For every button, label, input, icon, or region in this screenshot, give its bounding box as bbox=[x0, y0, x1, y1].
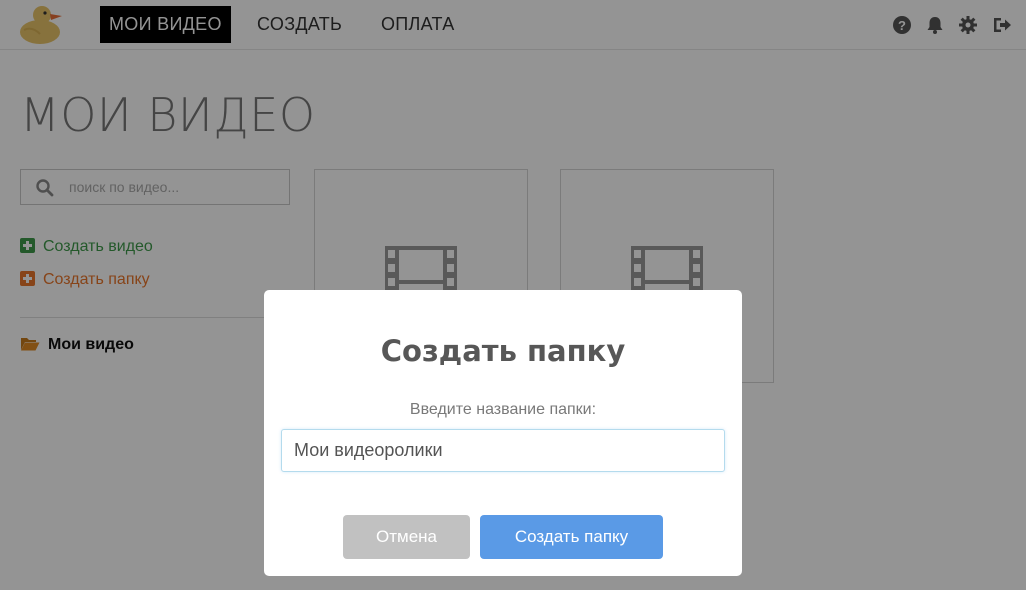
folder-name-label: Введите название папки: bbox=[409, 401, 597, 418]
folder-name-input[interactable] bbox=[281, 429, 725, 472]
dialog-title: Создать папку bbox=[380, 334, 626, 368]
cancel-button[interactable]: Отмена bbox=[343, 515, 470, 559]
create-folder-dialog: Создать папку Введите название папки: От… bbox=[264, 290, 742, 576]
create-folder-button[interactable]: Создать папку bbox=[480, 515, 663, 559]
